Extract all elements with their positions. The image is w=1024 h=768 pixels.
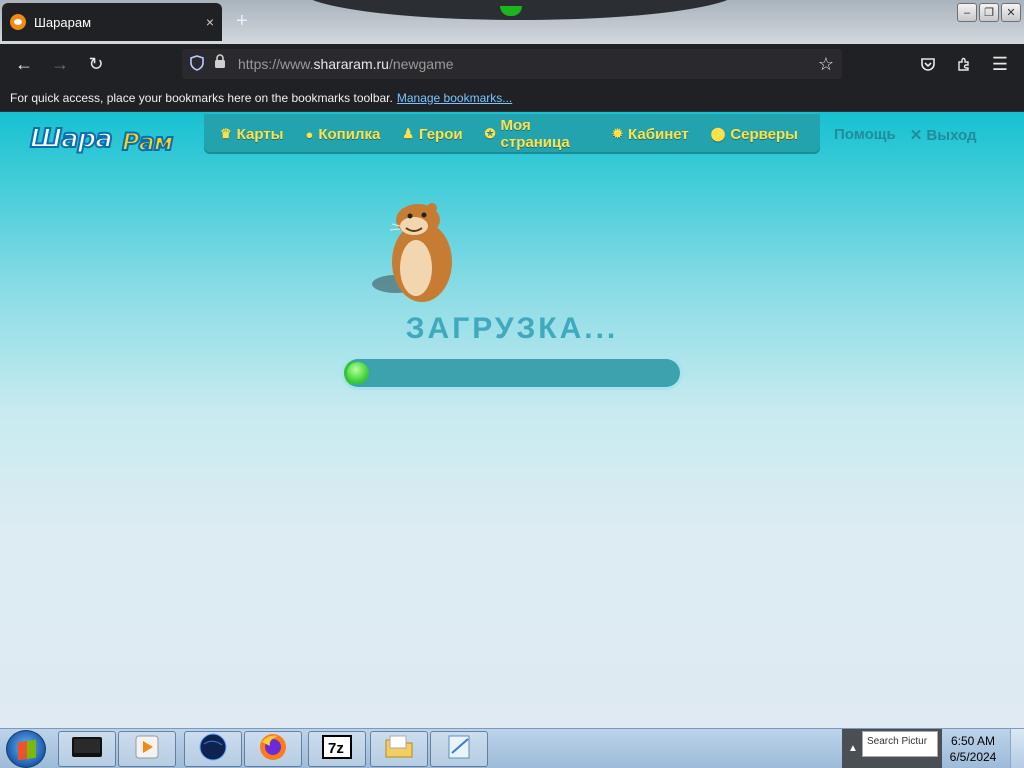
logout-link[interactable]: ✕ Выход <box>910 126 977 144</box>
progress-track <box>344 359 680 387</box>
7zip-icon: 7z <box>321 734 353 765</box>
crown-icon: ♛ <box>220 126 232 141</box>
start-button[interactable] <box>6 730 46 768</box>
taskbar-app-0[interactable] <box>58 731 116 767</box>
restore-button[interactable]: ❐ <box>979 3 999 22</box>
shararam-favicon-icon <box>10 14 26 30</box>
url-bar[interactable]: https://www.shararam.ru/newgame ☆ <box>182 49 842 79</box>
notepad-icon <box>444 733 474 766</box>
menu-item-4[interactable]: ✹ Кабинет <box>612 126 689 143</box>
site-menu-right: Помощь ✕ Выход <box>834 126 977 144</box>
loading-progress-bar <box>341 356 683 390</box>
logo-part-2: Рам <box>121 127 174 157</box>
loading-label: ЗАГРУЗКА... <box>405 312 619 345</box>
location-pin-icon: ⬤ <box>710 126 726 141</box>
back-button[interactable]: ← <box>6 44 42 84</box>
tray-popup: Search Pictur <box>862 731 938 757</box>
clock-time: 6:50 AM <box>950 734 996 748</box>
menu-item-label: Копилка <box>318 125 381 143</box>
taskbar-app-5[interactable] <box>370 731 428 767</box>
menu-item-2[interactable]: ♟ Герои <box>402 126 462 143</box>
tray-expand-icon[interactable]: ▲ <box>848 743 858 754</box>
firefox-icon <box>258 732 288 767</box>
url-prefix: https://www. <box>238 56 314 72</box>
logo-part-1: Шара <box>29 123 114 155</box>
lock-icon[interactable] <box>214 54 226 74</box>
progress-knob <box>347 362 369 384</box>
shararam-logo[interactable]: Шара Рам <box>29 123 200 160</box>
url-host: shararam.ru <box>313 56 389 72</box>
taskbar: 7z ▲ Search Pictur 6:50 AM 6/5/2024 <box>0 728 1024 768</box>
menu-item-5[interactable]: ⬤ Серверы <box>711 126 798 143</box>
taskbar-app-2[interactable] <box>184 731 242 767</box>
bookmarks-hint: For quick access, place your bookmarks h… <box>10 90 393 105</box>
bookmark-star-icon[interactable]: ☆ <box>818 54 834 75</box>
hero-icon: ♟ <box>402 126 414 141</box>
shield-icon[interactable] <box>190 54 204 74</box>
menu-item-1[interactable]: ● Копилка <box>305 126 380 143</box>
new-tab-button[interactable]: + <box>236 10 248 33</box>
minimize-button[interactable]: – <box>957 3 977 22</box>
browser-tab[interactable]: Шарарам × <box>2 3 222 41</box>
taskbar-app-6[interactable] <box>430 731 488 767</box>
help-link[interactable]: Помощь <box>834 126 896 144</box>
menu-item-label: Серверы <box>730 125 798 143</box>
site-menu: ♛ Карты ● Копилка ♟ Герои ✪ Моя страница ✹ Кабине… <box>204 114 820 154</box>
reload-button[interactable]: ↻ <box>78 44 114 84</box>
globe-icon <box>198 732 228 767</box>
manage-bookmarks-link[interactable]: Manage bookmarks... <box>397 91 512 105</box>
menu-item-label: Карты <box>236 125 284 143</box>
taskbar-app-1[interactable] <box>118 731 176 767</box>
clock-date: 6/5/2024 <box>949 750 997 764</box>
gear-icon: ✹ <box>612 126 624 141</box>
svg-text:7z: 7z <box>328 740 344 757</box>
menu-item-label: Герои <box>418 125 463 143</box>
piggy-bank-icon: ● <box>305 126 314 142</box>
window-controls: – ❐ ✕ <box>957 3 1021 22</box>
browser-tab-strip: Шарарам × + – ❐ ✕ <box>0 0 1024 44</box>
taskbar-app-3[interactable] <box>244 731 302 767</box>
folder-icon <box>384 734 414 765</box>
hamster-mascot-image <box>370 202 460 307</box>
toolbar-right-icons: ☰ <box>910 44 1018 84</box>
extensions-icon[interactable] <box>946 44 982 84</box>
show-desktop-button[interactable] <box>1010 729 1024 768</box>
pocket-icon[interactable] <box>910 44 946 84</box>
forward-button[interactable]: → <box>42 44 78 84</box>
tab-close-icon[interactable]: × <box>206 14 214 30</box>
tab-title: Шарарам <box>34 14 92 30</box>
taskbar-app-4[interactable]: 7z <box>308 731 366 767</box>
menu-item-label: Моя страница <box>500 117 570 151</box>
close-window-button[interactable]: ✕ <box>1001 3 1021 22</box>
menu-item-3[interactable]: ✪ Моя страница <box>485 117 591 151</box>
windows-logo-icon <box>18 739 36 761</box>
menu-item-label: Кабинет <box>628 125 689 143</box>
menu-item-0[interactable]: ♛ Карты <box>220 126 283 143</box>
media-player-icon <box>134 734 160 765</box>
media-center-icon <box>70 734 104 765</box>
url-path: /newgame <box>388 56 454 72</box>
system-clock[interactable]: 6:50 AM 6/5/2024 <box>944 733 1002 765</box>
bookmarks-toolbar: For quick access, place your bookmarks h… <box>0 84 1024 112</box>
menu-hamburger-icon[interactable]: ☰ <box>982 44 1018 84</box>
star-icon: ✪ <box>484 126 496 141</box>
page-content: Шара Рам ♛ Карты ● Копилка ♟ Герои ✪ Моя страни… <box>0 112 1024 728</box>
browser-navigation-bar: ← → ↻ https://www.shararam.ru/newgame ☆ … <box>0 44 1024 84</box>
url-text[interactable]: https://www.shararam.ru/newgame <box>238 56 818 72</box>
